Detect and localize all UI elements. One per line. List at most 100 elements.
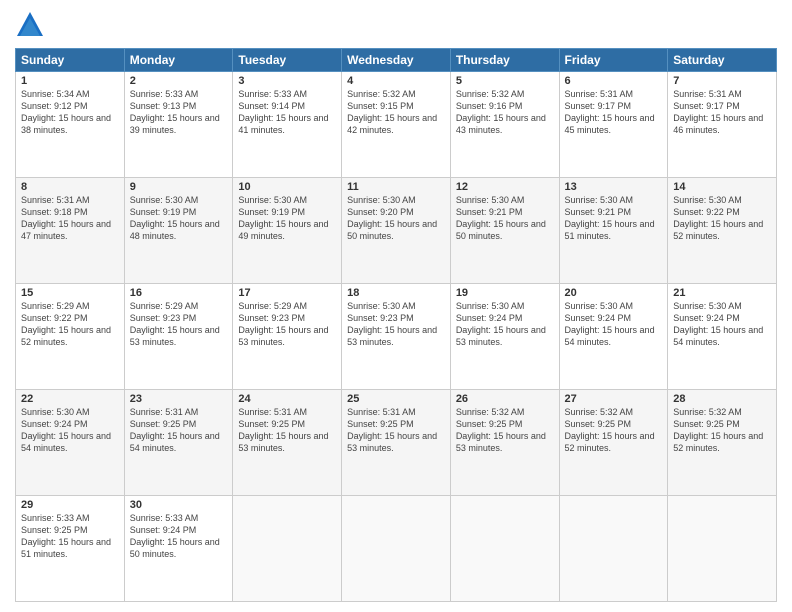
day-number: 11 xyxy=(347,181,445,193)
day-number: 14 xyxy=(673,181,771,193)
day-info: Sunrise: 5:32 AM Sunset: 9:16 PM Dayligh… xyxy=(456,88,554,137)
week-row-2: 8 Sunrise: 5:31 AM Sunset: 9:18 PM Dayli… xyxy=(16,178,777,284)
day-number: 16 xyxy=(130,287,228,299)
day-cell: 2 Sunrise: 5:33 AM Sunset: 9:13 PM Dayli… xyxy=(124,72,233,178)
day-cell: 10 Sunrise: 5:30 AM Sunset: 9:19 PM Dayl… xyxy=(233,178,342,284)
day-info: Sunrise: 5:32 AM Sunset: 9:15 PM Dayligh… xyxy=(347,88,445,137)
day-info: Sunrise: 5:33 AM Sunset: 9:13 PM Dayligh… xyxy=(130,88,228,137)
day-cell: 22 Sunrise: 5:30 AM Sunset: 9:24 PM Dayl… xyxy=(16,390,125,496)
day-number: 19 xyxy=(456,287,554,299)
day-info: Sunrise: 5:31 AM Sunset: 9:25 PM Dayligh… xyxy=(130,406,228,455)
day-info: Sunrise: 5:30 AM Sunset: 9:19 PM Dayligh… xyxy=(238,194,336,243)
day-cell: 25 Sunrise: 5:31 AM Sunset: 9:25 PM Dayl… xyxy=(342,390,451,496)
day-cell: 17 Sunrise: 5:29 AM Sunset: 9:23 PM Dayl… xyxy=(233,284,342,390)
week-row-4: 22 Sunrise: 5:30 AM Sunset: 9:24 PM Dayl… xyxy=(16,390,777,496)
day-number: 15 xyxy=(21,287,119,299)
day-number: 25 xyxy=(347,393,445,405)
day-cell: 14 Sunrise: 5:30 AM Sunset: 9:22 PM Dayl… xyxy=(668,178,777,284)
day-cell: 16 Sunrise: 5:29 AM Sunset: 9:23 PM Dayl… xyxy=(124,284,233,390)
day-number: 3 xyxy=(238,75,336,87)
day-info: Sunrise: 5:29 AM Sunset: 9:23 PM Dayligh… xyxy=(130,300,228,349)
day-number: 23 xyxy=(130,393,228,405)
day-header-tuesday: Tuesday xyxy=(233,49,342,72)
day-cell: 11 Sunrise: 5:30 AM Sunset: 9:20 PM Dayl… xyxy=(342,178,451,284)
day-cell: 13 Sunrise: 5:30 AM Sunset: 9:21 PM Dayl… xyxy=(559,178,668,284)
day-info: Sunrise: 5:32 AM Sunset: 9:25 PM Dayligh… xyxy=(456,406,554,455)
day-info: Sunrise: 5:30 AM Sunset: 9:24 PM Dayligh… xyxy=(565,300,663,349)
week-row-5: 29 Sunrise: 5:33 AM Sunset: 9:25 PM Dayl… xyxy=(16,496,777,602)
week-row-3: 15 Sunrise: 5:29 AM Sunset: 9:22 PM Dayl… xyxy=(16,284,777,390)
day-number: 9 xyxy=(130,181,228,193)
day-header-friday: Friday xyxy=(559,49,668,72)
day-info: Sunrise: 5:31 AM Sunset: 9:25 PM Dayligh… xyxy=(347,406,445,455)
day-number: 12 xyxy=(456,181,554,193)
day-number: 29 xyxy=(21,499,119,511)
day-info: Sunrise: 5:31 AM Sunset: 9:17 PM Dayligh… xyxy=(565,88,663,137)
day-cell: 27 Sunrise: 5:32 AM Sunset: 9:25 PM Dayl… xyxy=(559,390,668,496)
logo-icon xyxy=(15,10,45,40)
day-cell: 29 Sunrise: 5:33 AM Sunset: 9:25 PM Dayl… xyxy=(16,496,125,602)
day-cell: 26 Sunrise: 5:32 AM Sunset: 9:25 PM Dayl… xyxy=(450,390,559,496)
day-cell: 21 Sunrise: 5:30 AM Sunset: 9:24 PM Dayl… xyxy=(668,284,777,390)
day-number: 18 xyxy=(347,287,445,299)
header xyxy=(15,10,777,40)
day-cell: 4 Sunrise: 5:32 AM Sunset: 9:15 PM Dayli… xyxy=(342,72,451,178)
logo xyxy=(15,10,49,40)
day-header-thursday: Thursday xyxy=(450,49,559,72)
day-info: Sunrise: 5:30 AM Sunset: 9:21 PM Dayligh… xyxy=(565,194,663,243)
day-cell xyxy=(668,496,777,602)
day-cell: 24 Sunrise: 5:31 AM Sunset: 9:25 PM Dayl… xyxy=(233,390,342,496)
day-number: 26 xyxy=(456,393,554,405)
day-cell: 8 Sunrise: 5:31 AM Sunset: 9:18 PM Dayli… xyxy=(16,178,125,284)
day-number: 1 xyxy=(21,75,119,87)
day-cell: 6 Sunrise: 5:31 AM Sunset: 9:17 PM Dayli… xyxy=(559,72,668,178)
day-number: 20 xyxy=(565,287,663,299)
day-number: 17 xyxy=(238,287,336,299)
day-info: Sunrise: 5:30 AM Sunset: 9:21 PM Dayligh… xyxy=(456,194,554,243)
day-number: 2 xyxy=(130,75,228,87)
day-header-sunday: Sunday xyxy=(16,49,125,72)
day-number: 24 xyxy=(238,393,336,405)
day-info: Sunrise: 5:30 AM Sunset: 9:24 PM Dayligh… xyxy=(456,300,554,349)
day-cell: 20 Sunrise: 5:30 AM Sunset: 9:24 PM Dayl… xyxy=(559,284,668,390)
day-number: 30 xyxy=(130,499,228,511)
day-info: Sunrise: 5:31 AM Sunset: 9:17 PM Dayligh… xyxy=(673,88,771,137)
day-cell: 9 Sunrise: 5:30 AM Sunset: 9:19 PM Dayli… xyxy=(124,178,233,284)
day-cell: 12 Sunrise: 5:30 AM Sunset: 9:21 PM Dayl… xyxy=(450,178,559,284)
day-info: Sunrise: 5:30 AM Sunset: 9:24 PM Dayligh… xyxy=(21,406,119,455)
day-number: 10 xyxy=(238,181,336,193)
header-row: SundayMondayTuesdayWednesdayThursdayFrid… xyxy=(16,49,777,72)
day-cell: 5 Sunrise: 5:32 AM Sunset: 9:16 PM Dayli… xyxy=(450,72,559,178)
day-number: 8 xyxy=(21,181,119,193)
day-cell: 30 Sunrise: 5:33 AM Sunset: 9:24 PM Dayl… xyxy=(124,496,233,602)
day-info: Sunrise: 5:30 AM Sunset: 9:23 PM Dayligh… xyxy=(347,300,445,349)
day-cell: 15 Sunrise: 5:29 AM Sunset: 9:22 PM Dayl… xyxy=(16,284,125,390)
day-info: Sunrise: 5:33 AM Sunset: 9:25 PM Dayligh… xyxy=(21,512,119,561)
day-info: Sunrise: 5:29 AM Sunset: 9:22 PM Dayligh… xyxy=(21,300,119,349)
day-header-wednesday: Wednesday xyxy=(342,49,451,72)
day-cell xyxy=(559,496,668,602)
day-info: Sunrise: 5:30 AM Sunset: 9:22 PM Dayligh… xyxy=(673,194,771,243)
day-number: 13 xyxy=(565,181,663,193)
day-header-saturday: Saturday xyxy=(668,49,777,72)
day-cell: 1 Sunrise: 5:34 AM Sunset: 9:12 PM Dayli… xyxy=(16,72,125,178)
week-row-1: 1 Sunrise: 5:34 AM Sunset: 9:12 PM Dayli… xyxy=(16,72,777,178)
day-cell xyxy=(342,496,451,602)
calendar-header: SundayMondayTuesdayWednesdayThursdayFrid… xyxy=(16,49,777,72)
day-info: Sunrise: 5:33 AM Sunset: 9:24 PM Dayligh… xyxy=(130,512,228,561)
day-info: Sunrise: 5:30 AM Sunset: 9:19 PM Dayligh… xyxy=(130,194,228,243)
day-cell xyxy=(450,496,559,602)
day-number: 7 xyxy=(673,75,771,87)
day-number: 27 xyxy=(565,393,663,405)
calendar-table: SundayMondayTuesdayWednesdayThursdayFrid… xyxy=(15,48,777,602)
day-info: Sunrise: 5:31 AM Sunset: 9:18 PM Dayligh… xyxy=(21,194,119,243)
day-info: Sunrise: 5:30 AM Sunset: 9:24 PM Dayligh… xyxy=(673,300,771,349)
day-info: Sunrise: 5:30 AM Sunset: 9:20 PM Dayligh… xyxy=(347,194,445,243)
day-number: 5 xyxy=(456,75,554,87)
day-cell: 28 Sunrise: 5:32 AM Sunset: 9:25 PM Dayl… xyxy=(668,390,777,496)
day-info: Sunrise: 5:29 AM Sunset: 9:23 PM Dayligh… xyxy=(238,300,336,349)
day-info: Sunrise: 5:33 AM Sunset: 9:14 PM Dayligh… xyxy=(238,88,336,137)
day-cell: 19 Sunrise: 5:30 AM Sunset: 9:24 PM Dayl… xyxy=(450,284,559,390)
page: SundayMondayTuesdayWednesdayThursdayFrid… xyxy=(0,0,792,612)
day-number: 21 xyxy=(673,287,771,299)
